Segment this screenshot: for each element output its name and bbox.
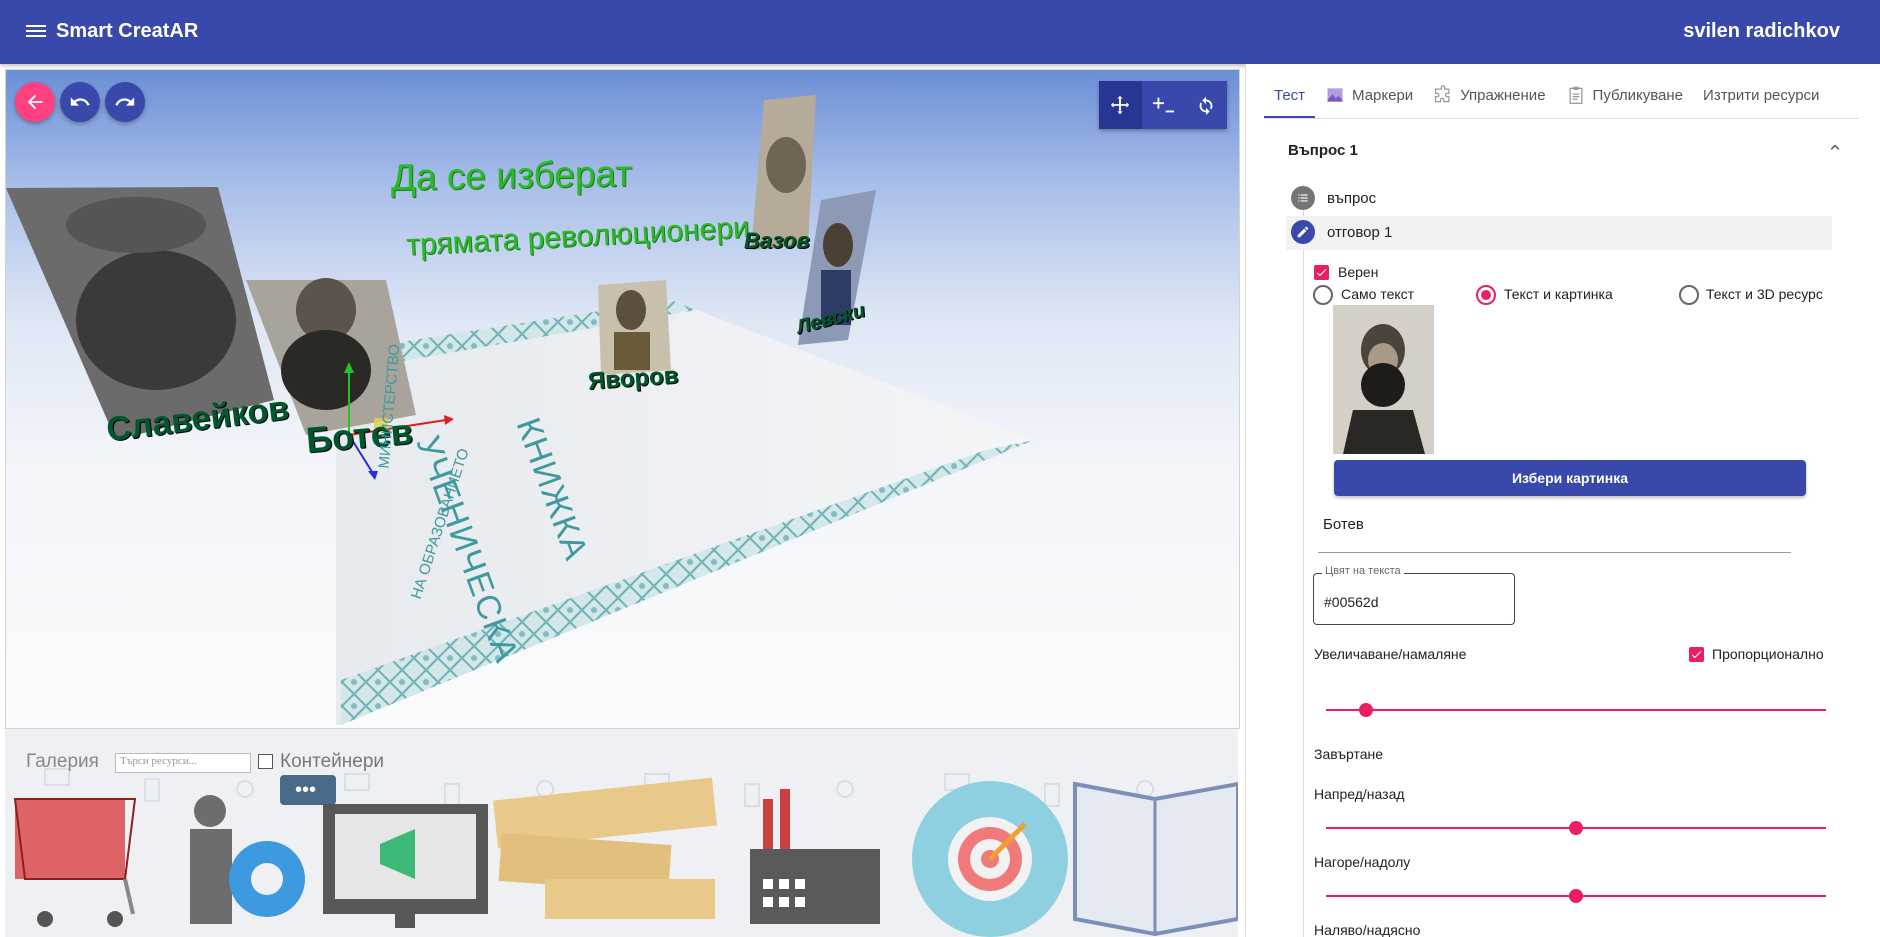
answer-text-value: Ботев bbox=[1323, 516, 1364, 533]
gallery-items: ••• bbox=[13, 775, 1238, 937]
app-bar: Smart CreatAR svilen radichkov bbox=[0, 0, 1880, 64]
tab-markers[interactable]: Маркери bbox=[1315, 74, 1423, 116]
gallery-item-factory[interactable] bbox=[750, 789, 880, 924]
step-question[interactable]: въпрос bbox=[1291, 186, 1376, 210]
text-color-value: #00562d bbox=[1324, 594, 1379, 610]
correct-checkbox[interactable] bbox=[1314, 265, 1329, 280]
arrow-left-icon bbox=[27, 94, 43, 110]
proportional-label: Пропорционално bbox=[1712, 646, 1824, 662]
radio-text-only[interactable] bbox=[1313, 285, 1333, 305]
gallery-item-target[interactable] bbox=[912, 781, 1068, 937]
undo-button[interactable] bbox=[60, 82, 100, 122]
clipboard-icon bbox=[1569, 86, 1582, 104]
choose-image-button[interactable]: Избери картинка bbox=[1334, 460, 1806, 496]
user-name[interactable]: svilen radichkov bbox=[1683, 20, 1840, 43]
tab-test[interactable]: Тест bbox=[1264, 74, 1316, 118]
tab-publish-label: Публикуване bbox=[1592, 86, 1684, 104]
tab-deleted-label: Изтрити ресурси bbox=[1703, 86, 1820, 104]
updown-slider-knob[interactable] bbox=[1569, 889, 1583, 903]
puzzle-icon bbox=[1435, 85, 1450, 103]
label-vazov: Вазов bbox=[744, 228, 810, 253]
scale-slider-knob[interactable] bbox=[1359, 703, 1373, 717]
updown-slider[interactable] bbox=[1326, 889, 1826, 903]
leftright-label: Наляво/надясно bbox=[1314, 922, 1421, 937]
gallery-item-monitor-megaphone[interactable]: ••• bbox=[280, 775, 488, 928]
list-icon bbox=[1291, 186, 1315, 210]
radio-text-3d-label: Текст и 3D ресурс bbox=[1706, 286, 1823, 302]
scale-slider[interactable] bbox=[1326, 703, 1826, 717]
tab-exercise[interactable]: Упражнение bbox=[1423, 74, 1555, 116]
rotate-tool-button[interactable] bbox=[1184, 81, 1227, 129]
step-question-label: въпрос bbox=[1327, 189, 1377, 207]
scene-title-line1: Да се изберат bbox=[391, 152, 633, 199]
answer-text-field[interactable]: Ботев bbox=[1318, 514, 1791, 553]
tab-markers-label: Маркери bbox=[1352, 86, 1414, 104]
answer-image-thumbnail bbox=[1333, 305, 1434, 454]
updown-label: Нагоре/надолу bbox=[1314, 854, 1411, 870]
redo-icon bbox=[115, 97, 135, 106]
gallery-panel: Галерия Търси ресурси... Контейнери ••• bbox=[5, 729, 1238, 937]
image-icon bbox=[1327, 88, 1343, 102]
gallery-item-businessman-gear[interactable] bbox=[190, 795, 305, 924]
svg-text:•••: ••• bbox=[295, 779, 316, 801]
transform-toolbar bbox=[1099, 81, 1227, 129]
forward-slider-knob[interactable] bbox=[1569, 821, 1583, 835]
scale-icon bbox=[1152, 97, 1174, 113]
gallery-item-wood-planks[interactable] bbox=[493, 777, 717, 919]
properties-panel: Тест Маркери Упражнение Публикуване Изтр… bbox=[1245, 64, 1880, 937]
tab-deleted-resources[interactable]: Изтрити ресурси bbox=[1693, 74, 1829, 116]
proportional-checkbox[interactable] bbox=[1689, 647, 1704, 662]
undo-icon bbox=[70, 97, 90, 106]
vazov-portrait bbox=[751, 95, 816, 250]
menu-icon[interactable] bbox=[26, 22, 46, 40]
radio-text-3d[interactable] bbox=[1679, 285, 1699, 305]
redo-button[interactable] bbox=[105, 82, 145, 122]
scale-label: Увеличаване/намаляне bbox=[1314, 646, 1467, 662]
app-title: Smart CreatAR bbox=[56, 20, 199, 42]
stepper-line bbox=[1303, 184, 1304, 937]
yavorov-portrait bbox=[598, 280, 671, 375]
tabs-divider bbox=[1264, 118, 1859, 119]
step-answer[interactable]: отговор 1 bbox=[1291, 220, 1392, 244]
tab-exercise-label: Упражнение bbox=[1460, 86, 1546, 104]
correct-label: Верен bbox=[1338, 264, 1379, 280]
scene-viewport[interactable]: Да се изберат трямата революционери Слав… bbox=[5, 69, 1240, 729]
step-answer-label: отговор 1 bbox=[1327, 223, 1393, 241]
rotate-icon bbox=[1199, 96, 1213, 116]
radio-text-image-label: Текст и картинка bbox=[1504, 286, 1613, 302]
question-title: Въпрос 1 bbox=[1288, 142, 1358, 159]
forward-label: Напред/назад bbox=[1314, 786, 1405, 802]
tab-publish[interactable]: Публикуване bbox=[1556, 74, 1694, 116]
gallery-item-open-book[interactable] bbox=[1073, 781, 1238, 937]
scale-tool-button[interactable] bbox=[1142, 81, 1185, 129]
rotation-label: Завъртане bbox=[1314, 746, 1384, 762]
panel-tabs: Тест Маркери Упражнение Публикуване Изтр… bbox=[1264, 74, 1829, 118]
radio-text-image[interactable] bbox=[1476, 285, 1496, 305]
move-icon bbox=[1111, 95, 1130, 115]
tab-test-label: Тест bbox=[1274, 86, 1306, 104]
text-color-legend: Цвят на текста bbox=[1322, 565, 1404, 577]
move-tool-button[interactable] bbox=[1099, 81, 1142, 129]
chevron-up-icon[interactable] bbox=[1826, 138, 1844, 156]
text-color-field[interactable]: Цвят на текста #00562d bbox=[1313, 565, 1515, 625]
back-button[interactable] bbox=[15, 82, 55, 122]
radio-text-only-label: Само текст bbox=[1341, 286, 1415, 302]
forward-slider[interactable] bbox=[1326, 821, 1826, 835]
gallery-item-shopping-cart[interactable] bbox=[13, 798, 137, 927]
edit-icon bbox=[1291, 220, 1315, 244]
